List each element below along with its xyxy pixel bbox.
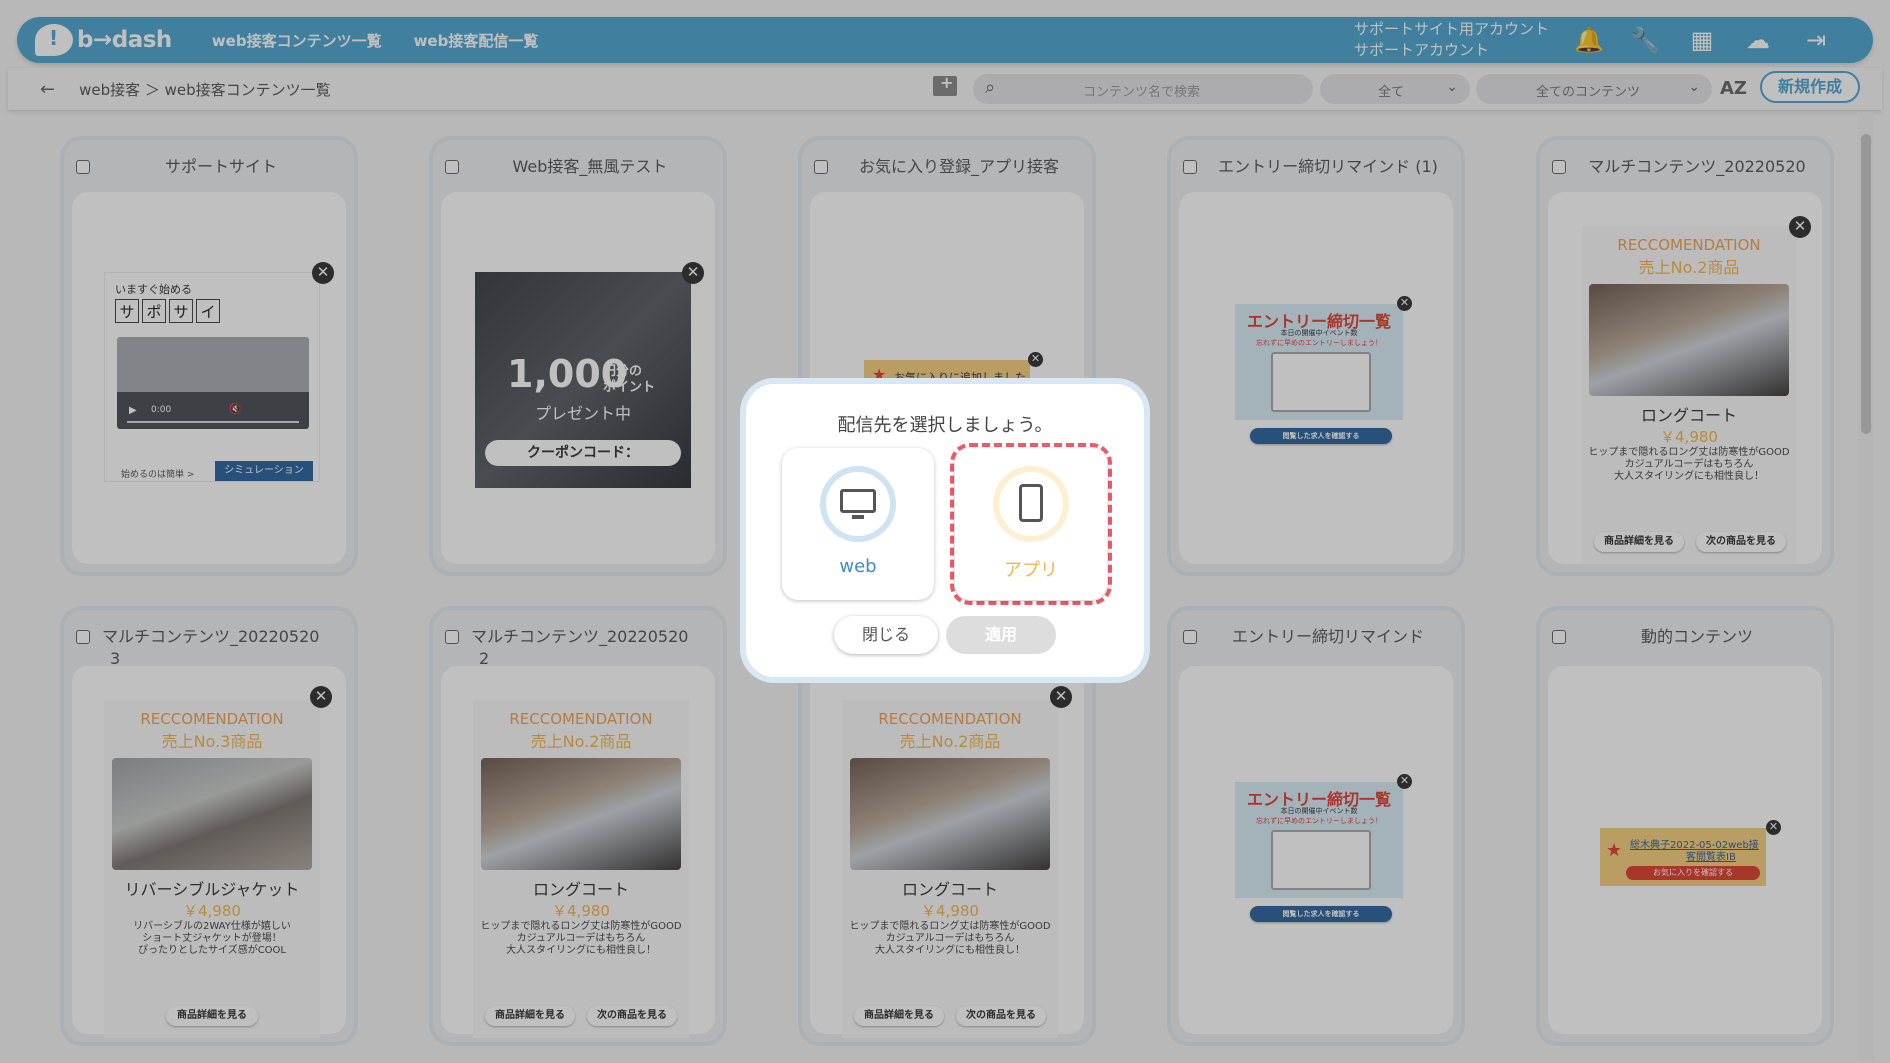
web-option-label: web: [839, 556, 877, 577]
monitor-stand: [852, 515, 864, 519]
app-option[interactable]: アプリ: [955, 448, 1107, 600]
app-option-label: アプリ: [1004, 560, 1058, 581]
apply-button[interactable]: 適用: [946, 616, 1056, 654]
monitor-icon: [840, 489, 876, 513]
web-option[interactable]: web: [782, 448, 934, 600]
delivery-target-modal: 配信先を選択しましょう。 web アプリ 閉じる 適用: [746, 384, 1144, 677]
modal-title: 配信先を選択しましょう。: [837, 415, 1053, 436]
web-option-icon-ring: [820, 466, 896, 542]
close-button[interactable]: 閉じる: [834, 616, 938, 654]
smartphone-icon: [1019, 484, 1043, 522]
app-option-icon-ring: [993, 466, 1069, 542]
